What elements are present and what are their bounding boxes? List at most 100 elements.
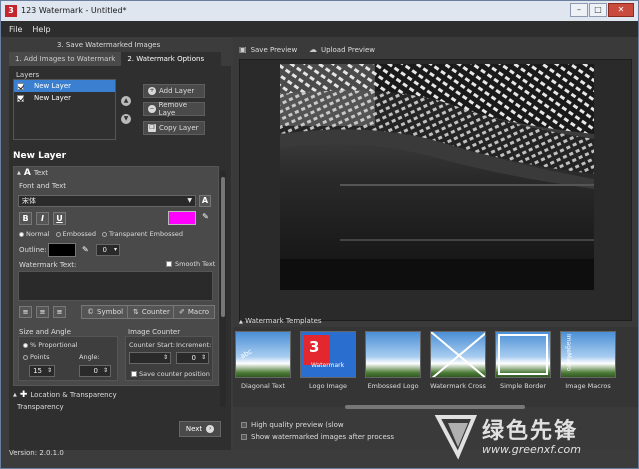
size-spinner[interactable]: 15 ⇕ [29, 365, 55, 377]
layer-visible-checkbox[interactable] [17, 82, 24, 90]
font-dialog-button[interactable]: A [199, 195, 211, 207]
style-transparent-embossed-radio[interactable]: Transparent Embossed [101, 230, 183, 238]
counter-button[interactable]: ⇅ Counter [127, 305, 176, 319]
increment-spinner[interactable]: 0 ⇕ [176, 352, 209, 364]
align-left-icon[interactable]: ≡ [19, 306, 32, 318]
menu-file[interactable]: File [9, 25, 22, 34]
layer-visible-checkbox[interactable] [17, 94, 24, 102]
template-item[interactable]: Embossed Logo [363, 331, 423, 397]
maximize-button[interactable]: □ [589, 3, 607, 17]
style-embossed-radio[interactable]: Embossed [55, 230, 96, 238]
hq-preview-checkbox[interactable]: High quality preview (slow [241, 421, 344, 429]
template-label: Embossed Logo [367, 382, 419, 390]
preview-panel: ▣ Save Preview ☁ Upload Preview ▲ Waterm… [233, 37, 638, 450]
site-watermark-text: 绿色先锋 [482, 419, 579, 444]
copy-layer-button[interactable]: ❐ Copy Layer [143, 121, 205, 135]
hq-preview-box[interactable] [241, 422, 247, 428]
tab-add-images[interactable]: 1. Add Images to Watermark [9, 52, 122, 66]
menu-help[interactable]: Help [32, 25, 50, 34]
templates-strip: abc Diagonal Text 3 Watermark Logo Image… [233, 327, 638, 407]
next-button[interactable]: Next › [179, 421, 221, 437]
chevron-down-icon: ▾ [113, 246, 117, 253]
text-style-options: Normal Embossed Transparent Embossed [19, 230, 183, 238]
counter-start-label: Counter Start: [129, 341, 176, 349]
points-radio[interactable]: Points [23, 353, 50, 361]
macro-button[interactable]: ✐ Macro [173, 305, 216, 319]
preview-image [280, 64, 594, 290]
minus-icon: − [148, 105, 156, 113]
version-label: Version: 2.0.1.0 [9, 449, 64, 457]
counter-start-spinner[interactable]: ⇕ [129, 352, 171, 364]
template-thumb: abc [235, 331, 291, 378]
template-item[interactable]: 3 Watermark Logo Image [298, 331, 358, 397]
outline-color-swatch[interactable] [48, 243, 76, 257]
remove-layer-button[interactable]: − Remove Laye [143, 101, 205, 117]
close-button[interactable]: ✕ [608, 3, 634, 17]
layer-section-title: New Layer [13, 151, 67, 161]
app-window: 3 123 Watermark - Untitled* – □ ✕ File H… [0, 0, 639, 469]
align-center-icon[interactable]: ≡ [36, 306, 49, 318]
options-scrollbar[interactable] [220, 171, 226, 407]
macro-label: Macro [187, 308, 210, 316]
template-item[interactable]: Watermark Cross [428, 331, 488, 397]
show-watermarked-checkbox[interactable]: Show watermarked images after process [241, 433, 394, 441]
templates-header[interactable]: ▲ Watermark Templates [239, 317, 322, 325]
outline-eyedropper-icon[interactable]: ✎ [82, 245, 89, 254]
counter-label: Counter [141, 308, 170, 316]
layer-name: New Layer [34, 82, 72, 90]
template-label: Diagonal Text [240, 382, 286, 390]
template-item[interactable]: Simple Border [493, 331, 553, 397]
smooth-text-box[interactable] [166, 261, 172, 267]
move-layer-down-icon[interactable]: ▼ [121, 114, 131, 124]
tab-save-images[interactable]: 3. Save Watermarked Images [57, 41, 160, 49]
template-item[interactable]: ImageMacro Image Macros [558, 331, 618, 397]
add-layer-button[interactable]: + Add Layer [143, 84, 205, 98]
macro-icon: ✐ [179, 308, 185, 316]
smooth-text-checkbox[interactable]: Smooth Text [166, 260, 215, 268]
outline-width-spinner[interactable]: 0 ▾ [96, 244, 120, 256]
underline-button[interactable]: U [53, 212, 66, 225]
move-layer-up-icon[interactable]: ▲ [121, 96, 131, 106]
template-thumb: 3 Watermark [300, 331, 356, 378]
increment-label: Increment: [176, 341, 212, 349]
eyedropper-icon[interactable]: ✎ [200, 212, 211, 224]
save-preview-button[interactable]: ▣ Save Preview [239, 45, 297, 54]
collapse-icon: ▲ [17, 170, 21, 176]
template-item[interactable]: abc Diagonal Text [233, 331, 293, 397]
layer-item[interactable]: New Layer [14, 80, 115, 92]
outline-label: Outline: [19, 246, 47, 254]
symbol-button[interactable]: © Symbol [81, 305, 130, 319]
minimize-button[interactable]: – [570, 3, 588, 17]
upload-preview-button[interactable]: ☁ Upload Preview [309, 45, 375, 54]
tab-watermark-options[interactable]: 2. Watermark Options [121, 52, 222, 66]
layer-item[interactable]: New Layer [14, 92, 115, 104]
proportional-radio[interactable]: % Proportional [23, 341, 78, 349]
font-family-select[interactable]: 宋体 ▼ [18, 195, 196, 207]
show-watermarked-box[interactable] [241, 434, 247, 440]
align-right-icon[interactable]: ≡ [53, 306, 66, 318]
size-and-angle-label: Size and Angle [19, 328, 71, 336]
text-section-header[interactable]: ▲ A Text [17, 168, 48, 178]
location-section-header[interactable]: ▲ ✚ Location & Transparency [13, 390, 117, 400]
template-label: Image Macros [565, 382, 611, 390]
image-preview[interactable] [239, 59, 632, 321]
layer-name: New Layer [34, 94, 72, 102]
bold-button[interactable]: B [19, 212, 32, 225]
template-thumb: ImageMacro [560, 331, 616, 378]
copy-layer-label: Copy Layer [159, 124, 199, 132]
text-color-swatch[interactable] [168, 211, 196, 225]
style-normal-radio[interactable]: Normal [19, 230, 50, 238]
image-counter-label: Image Counter [128, 328, 181, 336]
window-title: 123 Watermark - Untitled* [21, 6, 127, 15]
watermark-text-input[interactable] [18, 271, 213, 301]
font-name: 宋体 [22, 197, 36, 205]
angle-spinner[interactable]: 0 ⇕ [79, 365, 111, 377]
template-label: Watermark Cross [430, 382, 486, 390]
site-watermark-url: www.greenxf.com [482, 443, 581, 456]
italic-button[interactable]: I [36, 212, 49, 225]
arrow-right-icon: › [206, 425, 215, 433]
templates-scrollbar[interactable] [345, 405, 525, 409]
hq-preview-label: High quality preview (slow [251, 421, 344, 429]
save-counter-checkbox[interactable]: Save counter position [131, 370, 210, 378]
scrollbar-thumb[interactable] [221, 177, 225, 317]
